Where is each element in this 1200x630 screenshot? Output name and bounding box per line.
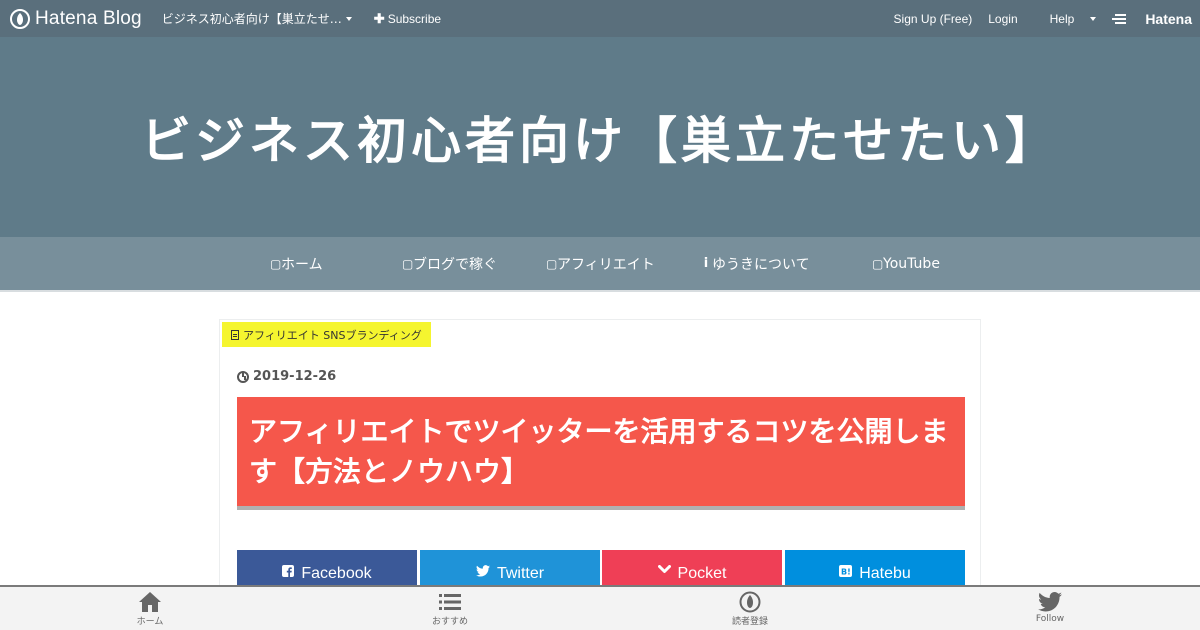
nav-item-label: アフィリエイト	[557, 256, 655, 273]
hatena-blog-logo[interactable]: Hatena Blog	[10, 0, 142, 37]
blog-header: ビジネス初心者向け【巣立たせたい】	[0, 37, 1200, 237]
help-dropdown[interactable]: Help	[1034, 12, 1097, 26]
nav-item-label: ホーム	[281, 256, 323, 273]
nav-item-youtube[interactable]: ▢ YouTube	[872, 237, 940, 290]
signup-link[interactable]: Sign Up (Free)	[894, 12, 973, 26]
hatena-logo[interactable]: Hatena	[1112, 11, 1192, 27]
hatena-lines-icon	[1112, 13, 1127, 24]
bottom-menu-bar: ホーム おすすめ 読者登録 Follow	[0, 585, 1200, 630]
facebook-icon	[282, 565, 295, 577]
pocket-share-button[interactable]: Pocket	[602, 550, 782, 590]
hatebu-share-button[interactable]: B! Hatebu	[785, 550, 965, 590]
facebook-label: Facebook	[301, 565, 372, 582]
twitter-label: Twitter	[496, 565, 545, 582]
nav-item-label: ブログで稼ぐ	[413, 256, 497, 273]
bottom-reader-button[interactable]: 読者登録	[690, 591, 810, 627]
hatena-blog-icon	[739, 591, 761, 613]
nav-item-label: YouTube	[883, 255, 940, 272]
bottom-follow-label: Follow	[1035, 614, 1065, 624]
document-icon	[231, 329, 239, 340]
list-icon	[439, 594, 461, 610]
home-icon	[139, 592, 161, 612]
hatebu-icon: B!	[839, 565, 853, 577]
hatena-label: Hatena	[1145, 10, 1192, 27]
entry-title[interactable]: アフィリエイトでツイッターを活用するコツを公開します【方法とノウハウ】	[237, 397, 965, 510]
pocket-icon	[657, 565, 671, 575]
pocket-label: Pocket	[677, 565, 727, 582]
hatena-blog-logo-icon	[10, 8, 30, 29]
bottom-home-label: ホーム	[136, 617, 164, 627]
info-icon: i	[703, 256, 709, 271]
caret-down-icon	[1090, 16, 1097, 21]
nav-item-blog-earn[interactable]: ▢ ブログで稼ぐ	[402, 237, 497, 290]
svg-text:B!: B!	[841, 568, 851, 577]
subscribe-label: Subscribe	[387, 11, 442, 26]
bottom-home-button[interactable]: ホーム	[90, 591, 210, 627]
facebook-share-button[interactable]: Facebook	[237, 550, 417, 590]
twitter-icon	[1038, 592, 1062, 612]
global-nav: ▢ ホーム ▢ ブログで稼ぐ ▢ アフィリエイト i ゆうきについて ▢ You…	[0, 237, 1200, 292]
nav-item-affiliate[interactable]: ▢ アフィリエイト	[546, 237, 655, 290]
login-link[interactable]: Login	[988, 12, 1017, 26]
article-card: アフィリエイト SNSブランディング 2019-12-26 アフィリエイトでツイ…	[219, 319, 981, 619]
subscribe-button[interactable]: ✚ Subscribe	[374, 11, 441, 27]
nav-item-about[interactable]: i ゆうきについて	[701, 237, 810, 290]
category-label: アフィリエイト SNSブランディング	[243, 328, 422, 342]
blog-name-label: ビジネス初心者向け【巣立たせ…	[161, 12, 342, 26]
bottom-reader-label: 読者登録	[731, 617, 768, 627]
entry-date[interactable]: 2019-12-26	[237, 369, 336, 384]
plus-icon: ✚	[373, 10, 385, 26]
home-icon: ▢	[270, 256, 282, 271]
bottom-follow-button[interactable]: Follow	[990, 591, 1110, 624]
nav-item-label: ゆうきについて	[712, 256, 810, 273]
global-header: Hatena Blog ビジネス初心者向け【巣立たせ… ✚ Subscribe …	[0, 0, 1200, 37]
pen-icon: ▢	[402, 256, 414, 271]
caret-down-icon	[345, 16, 352, 21]
logo-text: Hatena Blog	[35, 7, 142, 29]
category-tag[interactable]: アフィリエイト SNSブランディング	[222, 322, 431, 347]
share-buttons: Facebook Twitter Pocket B! Hatebu	[237, 550, 965, 590]
twitter-icon	[475, 565, 490, 577]
blog-title[interactable]: ビジネス初心者向け【巣立たせたい】	[141, 101, 1059, 173]
help-label: Help	[1049, 11, 1075, 26]
youtube-icon: ▢	[872, 256, 884, 271]
bottom-recommend-button[interactable]: おすすめ	[390, 591, 510, 627]
twitter-share-button[interactable]: Twitter	[420, 550, 600, 590]
money-icon: ▢	[546, 256, 558, 271]
date-label: 2019-12-26	[253, 369, 337, 384]
bottom-recommend-label: おすすめ	[431, 617, 468, 627]
nav-item-home[interactable]: ▢ ホーム	[270, 237, 323, 290]
hatebu-label: Hatebu	[859, 565, 911, 582]
clock-icon	[237, 370, 249, 383]
blog-name-dropdown[interactable]: ビジネス初心者向け【巣立たせ…	[162, 10, 352, 27]
